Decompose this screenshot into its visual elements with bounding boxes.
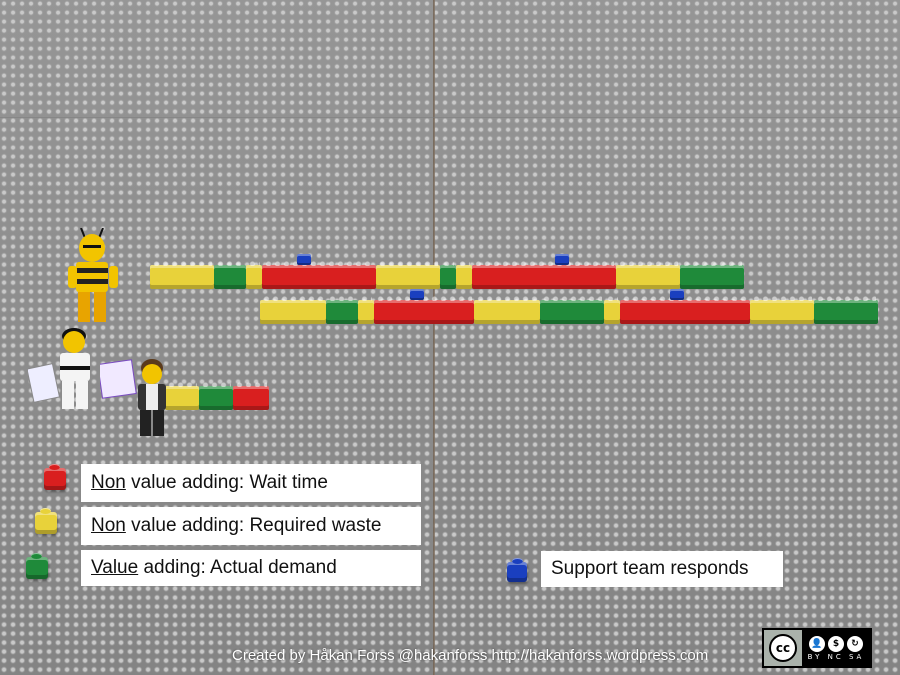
sa-icon: ↻ — [847, 635, 863, 652]
legend-swatch-wait — [44, 464, 66, 490]
brick-wait — [233, 382, 269, 410]
brick-required-waste — [604, 296, 620, 324]
cc-logo-panel: cc — [764, 630, 802, 666]
brick-value — [540, 296, 604, 324]
legend-label-value: Value adding: Actual demand — [81, 550, 421, 586]
legend-label-support: Support team responds — [541, 551, 783, 587]
brick-value — [814, 296, 878, 324]
cc-license-badge[interactable]: cc 👤 $ ↻ BY NC SA — [762, 628, 872, 668]
cc-terms-text: BY NC SA — [807, 652, 865, 661]
baseplate-seam-horizontal — [0, 117, 900, 118]
brick-value — [326, 296, 358, 324]
cc-logo-icon: cc — [769, 634, 797, 662]
brick-required-waste — [358, 296, 374, 324]
legend-swatch-support — [507, 558, 527, 582]
brick-required-waste — [150, 261, 214, 289]
flow-row-bottom — [165, 382, 269, 410]
brick-value — [214, 261, 246, 289]
cc-terms-panel: 👤 $ ↻ BY NC SA — [802, 630, 870, 666]
worker-minifigure — [97, 356, 172, 438]
legend-value-underlined: Value — [91, 557, 139, 578]
credit-text: Created by Håkan Forss @hakanforss http:… — [232, 647, 709, 664]
brick-required-waste — [474, 296, 540, 324]
brick-value — [199, 382, 233, 410]
by-icon: 👤 — [809, 635, 825, 652]
bee-minifigure-illustration — [68, 227, 118, 322]
brick-wait — [374, 296, 474, 324]
brick-required-waste — [616, 261, 680, 289]
brick-wait — [620, 296, 750, 324]
brick-required-waste — [376, 261, 440, 289]
brick-required-waste — [246, 261, 262, 289]
brick-value — [680, 261, 744, 289]
brick-required-waste — [456, 261, 472, 289]
legend-swatch-value — [26, 553, 48, 579]
flow-row-top — [150, 261, 744, 289]
legend-swatch-required-waste — [35, 508, 57, 534]
brick-value — [440, 261, 456, 289]
support-marker — [410, 289, 424, 300]
nc-icon: $ — [828, 635, 844, 652]
support-marker — [670, 289, 684, 300]
legend-waste-rest: value adding: Required waste — [125, 515, 382, 536]
legend-support-text: Support team responds — [551, 558, 749, 579]
legend-value-rest: adding: Actual demand — [138, 557, 337, 578]
bee-minifigure — [66, 227, 120, 324]
karate-minifigure-illustration — [26, 328, 90, 409]
legend-wait-rest: value adding: Wait time — [125, 472, 328, 493]
legend-label-required-waste: Non value adding: Required waste — [81, 507, 421, 545]
brick-required-waste — [750, 296, 814, 324]
brick-wait — [472, 261, 616, 289]
legend-wait-underlined: Non — [91, 472, 126, 493]
worker-minifigure-illustration — [97, 359, 166, 436]
flow-row-middle — [260, 296, 878, 324]
brick-required-waste — [260, 296, 326, 324]
karate-minifigure — [26, 322, 108, 414]
support-marker — [555, 254, 569, 265]
baseplate-seam-vertical — [433, 0, 435, 675]
legend-label-wait: Non value adding: Wait time — [81, 464, 421, 502]
legend-waste-underlined: Non — [91, 515, 126, 536]
support-marker — [297, 254, 311, 265]
brick-wait — [262, 261, 376, 289]
